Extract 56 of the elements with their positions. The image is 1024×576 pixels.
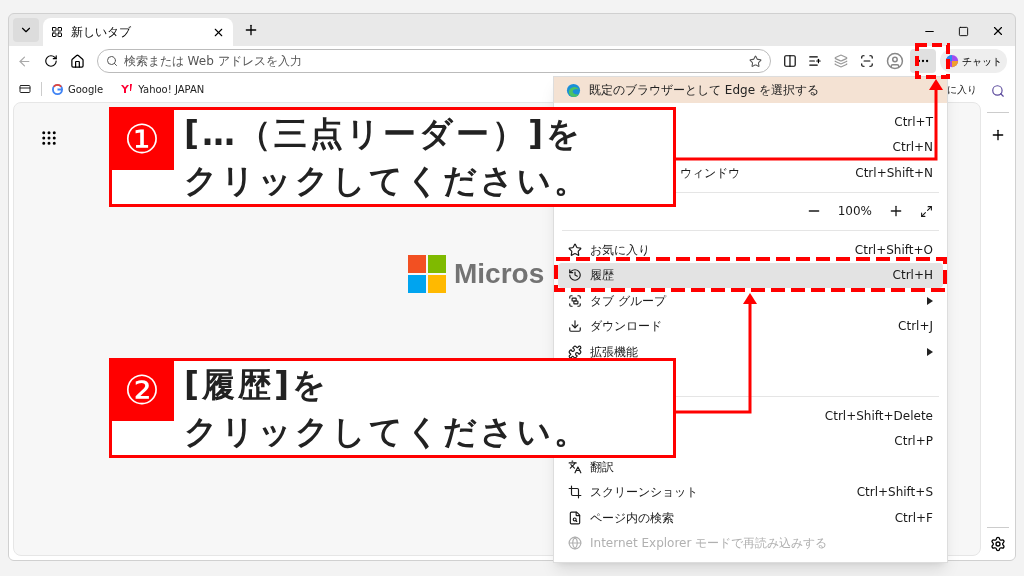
home-icon[interactable] — [69, 53, 85, 69]
profile-avatar[interactable] — [886, 52, 905, 70]
step-number: ② — [110, 359, 174, 421]
google-logo-icon — [52, 83, 63, 95]
menu-icon — [568, 319, 582, 334]
apps-icon[interactable] — [40, 129, 58, 147]
menu-icon — [568, 344, 582, 359]
browser-logo-icon — [566, 82, 581, 98]
menu-item[interactable]: タブ グループ — [558, 288, 943, 314]
menu-icon — [568, 268, 582, 283]
menu-item[interactable]: 翻訳 — [558, 454, 943, 480]
menu-item[interactable]: ページ内の検索 Ctrl+F — [558, 505, 943, 531]
bookmark-item[interactable]: Google — [52, 81, 104, 97]
close-icon[interactable] — [991, 24, 1005, 38]
step-number: ① — [110, 108, 174, 170]
chat-button[interactable]: チャット — [940, 49, 1008, 73]
search-icon[interactable] — [991, 84, 1005, 98]
menu-item[interactable]: お気に入り Ctrl+Shift+O — [558, 237, 943, 263]
tab-page-icon — [51, 26, 63, 38]
favorite-star-icon[interactable] — [748, 54, 762, 68]
menu-icon — [568, 485, 582, 500]
favorites-icon[interactable] — [808, 54, 823, 68]
settings-icon[interactable] — [990, 536, 1006, 552]
logo-text: Micros — [454, 257, 545, 291]
browser-tab[interactable]: 新しいタブ — [43, 18, 233, 46]
split-screen-icon[interactable] — [782, 54, 797, 68]
menu-icon — [568, 459, 582, 474]
zoom-level: 100% — [837, 203, 872, 221]
menu-item[interactable]: 拡張機能 — [558, 339, 943, 365]
bookmark-item[interactable]: Yahoo! JAPAN — [121, 81, 205, 97]
chat-logo-icon — [945, 54, 960, 68]
menu-icon — [568, 510, 582, 525]
search-icon — [105, 55, 118, 67]
menu-icon — [568, 242, 582, 257]
menu-item[interactable]: ダウンロード Ctrl+J — [558, 313, 943, 339]
menu-icon — [568, 536, 582, 551]
logo-icon — [408, 255, 446, 293]
default-browser-banner[interactable]: 既定のブラウザーとして Edge を選択する — [554, 77, 947, 103]
menu-item[interactable]: 履歴 Ctrl+H — [558, 262, 943, 288]
highlight-frame — [915, 43, 950, 79]
callout-text: […（三点リーダー）]を クリックしてください。 — [183, 113, 590, 202]
add-icon[interactable] — [990, 127, 1006, 143]
menu-icon — [568, 293, 582, 308]
tab-list-button[interactable] — [13, 18, 39, 42]
screenshot-icon[interactable] — [860, 54, 875, 68]
bookmark-overflow-text[interactable]: に入り — [947, 81, 977, 97]
bookmark-toggle-icon[interactable] — [19, 83, 31, 95]
refresh-icon[interactable] — [43, 54, 58, 68]
maximize-icon[interactable] — [958, 25, 969, 37]
more-button[interactable] — [910, 49, 937, 73]
collections-icon[interactable] — [834, 54, 849, 68]
fullscreen-icon[interactable] — [920, 204, 933, 218]
new-tab-icon[interactable] — [243, 22, 259, 38]
callout-text: [履歴]を クリックしてください。 — [183, 364, 590, 453]
menu-item[interactable]: スクリーンショット Ctrl+Shift+S — [558, 479, 943, 505]
yahoo-logo-icon — [121, 84, 134, 94]
